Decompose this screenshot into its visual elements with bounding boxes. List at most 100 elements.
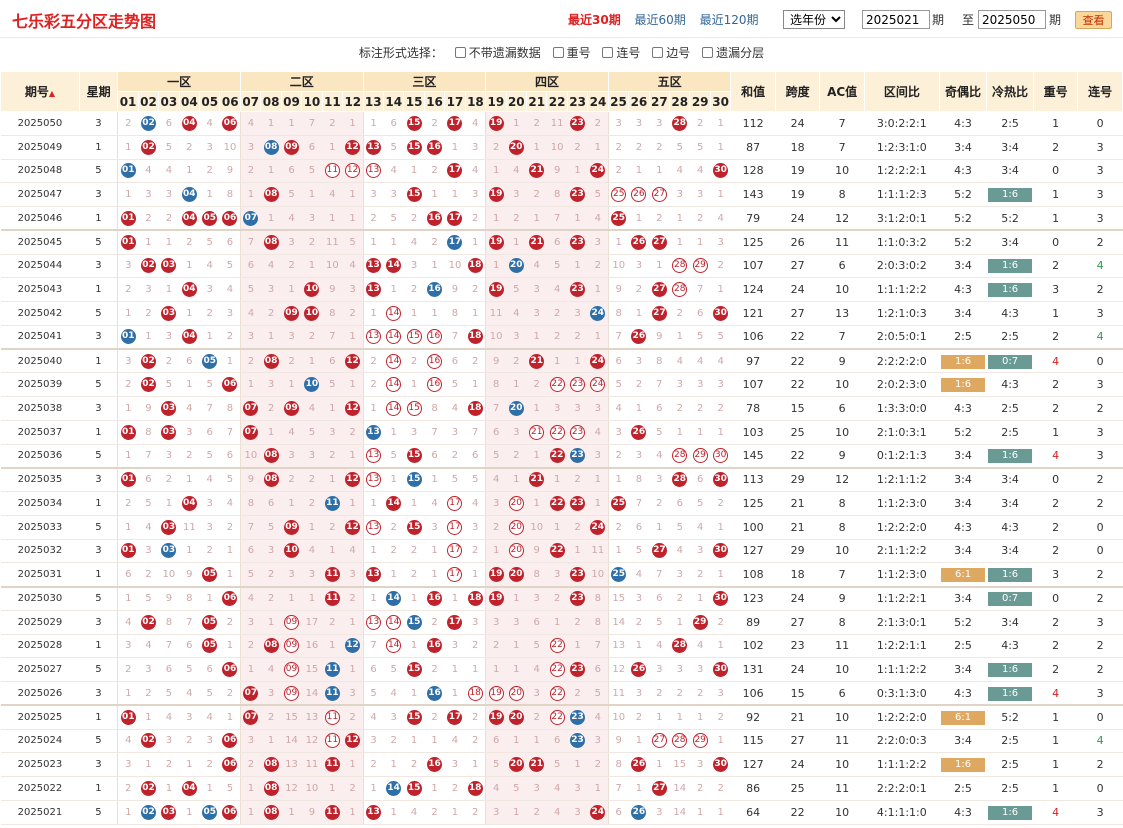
number-cell: 2	[526, 704, 547, 730]
number-cell: 13	[281, 752, 302, 777]
number-cell: 1	[117, 515, 139, 540]
zone-ratio-cell: 2:0:3:0:2	[864, 254, 940, 279]
number-cell: 2	[546, 325, 568, 350]
hot-cold-cell: 4:3	[986, 301, 1034, 326]
number-cell: 2	[117, 277, 139, 302]
option-no-omission[interactable]: 不带遗漏数据	[454, 46, 541, 60]
number-cell: 1	[587, 466, 609, 492]
number-cell: 2	[158, 206, 180, 231]
number-cell: 6	[669, 491, 690, 516]
number-cell: 2	[239, 634, 261, 659]
col-number: 12	[342, 91, 364, 112]
drawn-ball: 21	[529, 472, 545, 488]
table-row: 2025038 3 1 9 03 4 7 8 07 2 09 4 1 12 1 14 15 8 4 18 7 20 1 3 3 3…	[0, 396, 1123, 421]
options-label: 标注形式选择：	[358, 46, 443, 60]
col-period[interactable]: 期号▲	[0, 71, 80, 112]
consecutive-cell: 3	[1077, 372, 1123, 397]
number-cell: 12	[342, 729, 364, 754]
col-number: 15	[403, 91, 425, 112]
number-cell: 3	[199, 515, 220, 540]
ac-cell: 9	[819, 444, 865, 469]
number-cell: 12	[301, 729, 323, 754]
to-period-input[interactable]	[978, 10, 1046, 29]
number-cell: 1	[506, 585, 527, 611]
number-cell: 6	[199, 657, 220, 682]
checkbox-icon[interactable]	[552, 47, 564, 58]
period-cell: 2025034	[0, 491, 80, 516]
repeat-cell: 4	[1033, 681, 1078, 706]
number-cell: 8	[587, 585, 609, 611]
number-cell: 3	[239, 135, 261, 160]
period-cell: 2025047	[0, 182, 80, 207]
number-cell: 1	[526, 491, 547, 516]
number-cell: 1	[301, 515, 323, 540]
zone-ratio-cell: 2:0:2:3:0	[864, 372, 940, 397]
drawn-ball-consecutive: 22	[549, 685, 565, 701]
number-cell: 1	[628, 776, 650, 801]
from-period-input[interactable]	[862, 10, 930, 29]
number-cell: 4	[649, 444, 670, 469]
number-cell: 3	[587, 229, 609, 255]
number-cell: 9	[607, 277, 629, 302]
option-repeat[interactable]: 重号	[552, 46, 591, 60]
drawn-ball-special: 02	[140, 804, 156, 820]
checkbox-icon[interactable]	[702, 47, 714, 58]
number-cell: 15	[669, 752, 690, 777]
number-cell: 1	[239, 800, 261, 825]
number-cell: 15	[403, 515, 425, 540]
number-cell: 5	[444, 466, 466, 492]
table-row: 2025033 5 1 4 03 11 3 2 7 5 09 1 2 12 13 2 15 3 17 3 2 20 10 1 2…	[0, 515, 1123, 540]
number-cell: 3	[607, 111, 629, 136]
drawn-ball: 06	[222, 804, 238, 820]
number-cell: 2	[607, 159, 629, 184]
option-omission-layer[interactable]: 遗漏分层	[702, 46, 764, 60]
year-select[interactable]: 选年份	[783, 10, 845, 29]
table-row: 2025042 5 1 2 03 1 2 3 4 2 09 10 8 2 1 14 1 1 8 1 11 4 3 2 3 24 8 1…	[0, 301, 1123, 326]
number-cell: 6	[158, 111, 180, 136]
ac-cell: 10	[819, 800, 865, 825]
number-cell: 4	[199, 704, 220, 730]
number-cell: 8	[526, 562, 547, 587]
checkbox-icon[interactable]	[652, 47, 664, 58]
span-cell: 21	[775, 491, 820, 516]
number-cell: 20	[506, 681, 527, 706]
number-cell: 6	[628, 515, 650, 540]
option-consecutive[interactable]: 连号	[602, 46, 640, 60]
number-cell: 9	[239, 466, 261, 492]
view-button[interactable]: 查看	[1075, 11, 1112, 29]
checkbox-icon[interactable]	[454, 47, 466, 58]
number-cell: 3	[710, 229, 731, 255]
number-cell: 1	[444, 681, 466, 706]
span-cell: 27	[775, 729, 820, 754]
drawn-ball: 24	[590, 163, 606, 179]
option-label: 重号	[566, 46, 591, 60]
ac-cell: 10	[819, 420, 865, 445]
number-cell: 3	[260, 277, 282, 302]
sort-arrows-icon[interactable]: ▲	[49, 89, 55, 98]
number-cell: 3	[628, 444, 650, 469]
col-period-label: 期号	[24, 85, 49, 99]
zone-ratio-cell: 1:1:2:2:1	[864, 585, 940, 611]
table-row: 2025050 3 2 02 6 04 4 06 4 1 1 7 2 1 1 6 15 2 17 4 19 1 2 11 23 2…	[0, 111, 1123, 136]
number-cell: 06	[219, 752, 241, 777]
option-edge[interactable]: 边号	[652, 46, 690, 60]
period-60-link[interactable]: 最近60期	[635, 13, 686, 27]
checkbox-icon[interactable]	[602, 47, 614, 58]
table-row: 2025037 1 01 8 03 3 6 7 07 1 4 5 3 2 13 1 3 7 3 7 6 3 21 22 23 4 3…	[0, 420, 1123, 445]
drawn-ball: 19	[488, 591, 504, 607]
number-cell: 2	[710, 704, 731, 730]
number-cell: 4	[260, 657, 282, 682]
period-120-link[interactable]: 最近120期	[700, 13, 759, 27]
number-cell: 6	[444, 348, 466, 374]
number-cell: 3	[281, 325, 302, 350]
period-30-link[interactable]: 最近30期	[568, 13, 621, 27]
drawn-ball: 08	[263, 472, 279, 488]
number-cell: 3	[342, 681, 364, 706]
drawn-ball: 30	[713, 591, 729, 607]
number-cell: 3	[444, 752, 466, 777]
sum-cell: 97	[730, 348, 776, 374]
ac-cell: 8	[819, 182, 865, 207]
span-cell: 15	[775, 396, 820, 421]
repeat-cell: 4	[1033, 800, 1078, 825]
number-cell: 2	[465, 729, 486, 754]
